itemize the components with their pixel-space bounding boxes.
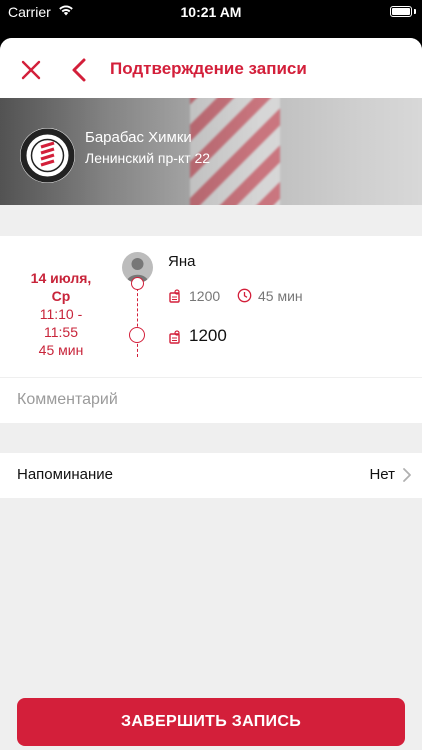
comment-placeholder: Комментарий bbox=[17, 391, 118, 408]
shop-address: Ленинский пр-кт 22 bbox=[85, 150, 211, 166]
barbershop-banner: Барабас Химки Ленинский пр-кт 22 bbox=[0, 98, 422, 205]
battery-icon bbox=[390, 6, 412, 17]
close-icon bbox=[21, 60, 41, 80]
shop-name: Барабас Химки bbox=[85, 129, 192, 146]
clock-time: 10:21 AM bbox=[180, 4, 242, 20]
booking-date: 14 июля, Ср 11:10 - 11:55 45 мин bbox=[20, 269, 102, 359]
timeline-node-total bbox=[129, 327, 145, 343]
navigation-bar: Подтверждение записи bbox=[0, 38, 422, 98]
booking-summary: 14 июля, Ср 11:10 - 11:55 45 мин Яна 120… bbox=[0, 236, 422, 377]
status-bar: Carrier 10:21 AM bbox=[0, 0, 422, 26]
barbershop-logo bbox=[20, 128, 75, 183]
booking-weekday: Ср bbox=[51, 288, 71, 304]
confirmation-sheet: Подтверждение записи Барабас Химки Ленин… bbox=[0, 38, 422, 750]
booking-duration: 45 мин bbox=[38, 342, 84, 358]
master-name: Яна bbox=[168, 253, 196, 270]
price-tag-icon bbox=[168, 330, 181, 349]
total-price: 1200 bbox=[189, 326, 227, 345]
price-tag-icon bbox=[168, 289, 181, 308]
timeline-node bbox=[131, 277, 144, 290]
booking-time-end: 11:55 bbox=[44, 324, 78, 340]
reminder-value: Нет bbox=[369, 466, 395, 483]
close-button[interactable] bbox=[19, 58, 43, 82]
reminder-row[interactable]: Напоминание Нет bbox=[0, 453, 422, 498]
page-title: Подтверждение записи bbox=[110, 59, 307, 78]
battery-cap bbox=[414, 9, 416, 14]
service-price: 1200 bbox=[189, 288, 221, 304]
comment-field[interactable]: Комментарий bbox=[0, 378, 422, 423]
back-button[interactable] bbox=[69, 57, 89, 83]
booking-time-start: 11:10 - bbox=[39, 306, 83, 322]
finish-booking-button[interactable]: ЗАВЕРШИТЬ ЗАПИСЬ bbox=[17, 698, 405, 746]
booking-day: 14 июля, bbox=[30, 270, 92, 286]
clock-icon bbox=[237, 288, 252, 308]
chevron-left-icon bbox=[72, 58, 86, 82]
service-duration: 45 мин bbox=[258, 288, 303, 304]
chevron-right-icon bbox=[402, 467, 412, 488]
timeline-line bbox=[137, 283, 138, 357]
reminder-label: Напоминание bbox=[17, 466, 113, 483]
